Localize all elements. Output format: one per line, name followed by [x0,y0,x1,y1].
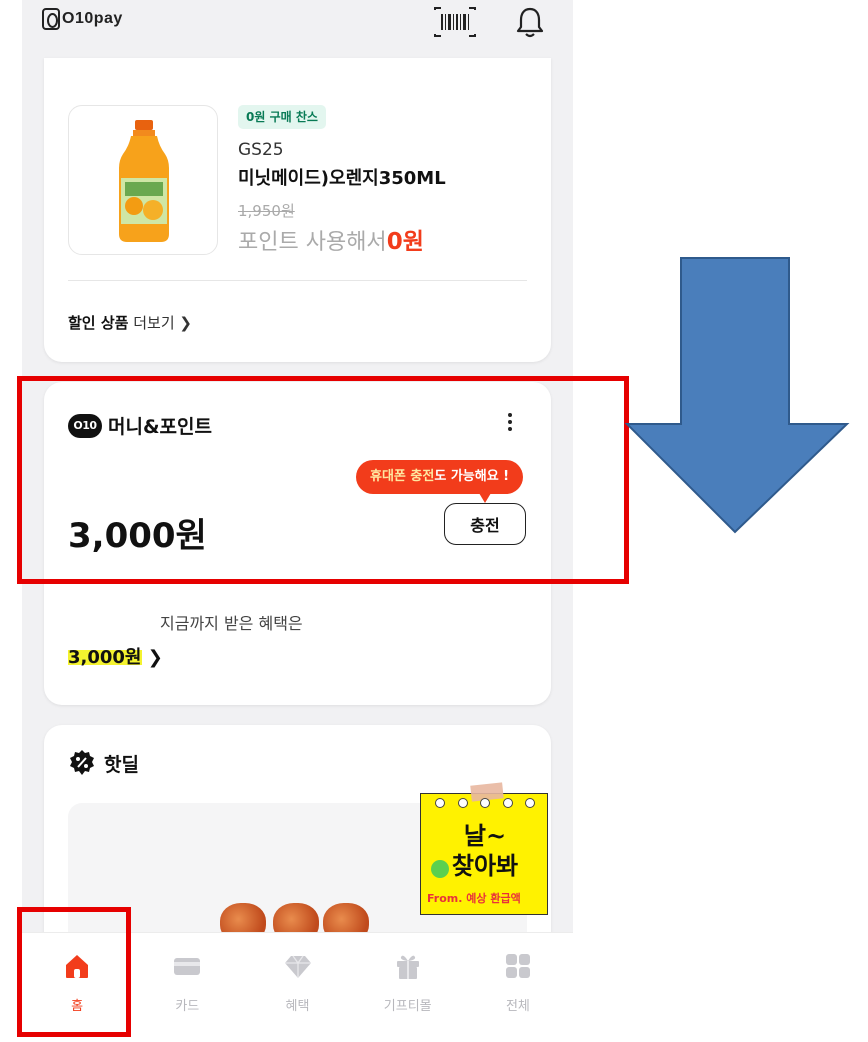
promo-sticker[interactable]: 날~ 찾아봐 From. 예상 환급액 [420,782,548,915]
nav-label-giftmall: 기프티몰 [383,999,432,1014]
point-text: 포인트 사용해서 [238,230,387,255]
gift-icon [396,955,419,979]
product-name[interactable]: 미닛메이드)오렌지350ML [238,164,446,190]
original-price: 1,950원 [238,202,295,220]
down-arrow-icon [624,257,850,534]
discount-more-link[interactable]: 할인 상품 더보기 ❯ [68,312,192,333]
smiley-icon [431,860,449,878]
nav-card[interactable]: 카드 [132,933,242,1042]
point-price-line: 포인트 사용해서0원 [238,222,424,256]
nav-label-all: 전체 [505,999,530,1014]
nav-label-benefit: 혜택 [285,999,310,1014]
nav-giftmall[interactable]: 기프티몰 [353,933,463,1042]
grid-icon [505,954,530,978]
benefit-amount-link[interactable]: 3,000원 ❯ [68,643,163,669]
sticker-caption: From. 예상 환급액 [427,892,521,905]
divider [68,280,527,281]
benefit-amount: 3,000원 [68,647,142,668]
zero-won-badge: 0원 구매 찬스 [238,105,326,129]
nav-label-card: 카드 [175,999,200,1014]
top-bar: O10pay [22,0,573,48]
discount-badge-icon [70,750,94,775]
chevron-right-icon: ❯ [147,647,163,668]
zero-won-deal-card[interactable]: 0원 구매 찬스 GS25 미닛메이드)오렌지350ML 1,950원 포인트 … [44,58,551,362]
diamond-icon [284,955,311,978]
home-tab-highlight-box [17,907,131,1037]
sticker-holes [435,798,535,810]
logo-text: O10pay [62,10,123,27]
hot-deal-title: 핫딜 [104,753,139,776]
card-icon [174,958,201,975]
product-image[interactable] [68,105,218,255]
bell-icon[interactable] [512,4,548,40]
point-price: 0원 [386,229,424,255]
money-card-highlight-box [17,376,629,584]
more-link-rest: 더보기 ❯ [133,314,192,332]
store-name: GS25 [238,140,284,160]
nav-all[interactable]: 전체 [463,933,573,1042]
barcode-icon[interactable] [432,6,478,38]
app-logo[interactable]: O10pay [42,8,123,30]
logo-icon [42,8,60,30]
orange-juice-bottle-icon [119,120,169,242]
more-link-bold: 할인 상품 [68,314,129,332]
benefit-label: 지금까지 받은 혜택은 [160,614,303,633]
hot-deal-header: 핫딜 [68,749,139,777]
nav-benefit[interactable]: 혜택 [242,933,352,1042]
